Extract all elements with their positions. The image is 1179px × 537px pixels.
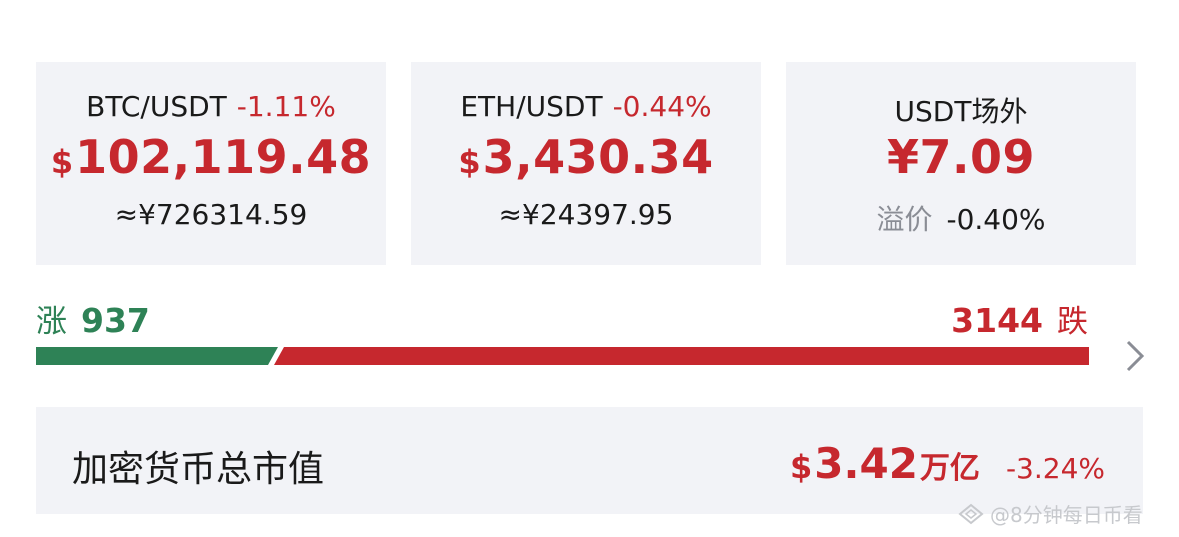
- eth-price-row: $ 3,430.34: [458, 130, 713, 188]
- market-cap-values: $ 3.42 万亿 -3.24%: [790, 439, 1105, 488]
- usdt-premium-row: 溢价 -0.40%: [876, 198, 1045, 236]
- market-cap-unit: 万亿: [919, 451, 980, 486]
- advancers-stat: 涨 937: [36, 296, 150, 340]
- eth-cny-value: ≈¥24397.95: [498, 198, 674, 231]
- btc-pair-name: BTC/USDT: [86, 90, 227, 123]
- advancers-label: 涨: [36, 304, 67, 340]
- premium-label: 溢价: [876, 203, 933, 236]
- btc-currency-symbol: $: [50, 143, 74, 181]
- btc-price: 102,119.48: [75, 130, 372, 184]
- breadth-ratio-bar[interactable]: [36, 347, 1089, 365]
- btc-change: -1.11%: [236, 90, 336, 123]
- advancers-count: 937: [81, 301, 150, 340]
- premium-value: -0.40%: [946, 203, 1046, 236]
- decliners-count: 3144: [951, 301, 1043, 340]
- decliners-bar-segment: [274, 347, 1089, 365]
- btc-price-row: $ 102,119.48: [51, 130, 371, 188]
- decliners-stat: 3144 跌: [951, 296, 1088, 340]
- advancers-bar-segment: [36, 347, 278, 365]
- diamond-logo-icon: [958, 503, 984, 524]
- btc-pair-row: BTC/USDT -1.11%: [86, 90, 336, 124]
- market-cap-label: 加密货币总市值: [72, 449, 325, 490]
- decliners-label: 跌: [1057, 304, 1088, 340]
- eth-currency-symbol: $: [458, 143, 481, 181]
- eth-change: -0.44%: [612, 90, 712, 123]
- usdt-otc-title: USDT场外: [894, 95, 1028, 128]
- btc-cny-value: ≈¥726314.59: [114, 198, 308, 231]
- usdt-otc-title-row: USDT场外: [895, 90, 1028, 128]
- usdt-otc-price: ¥7.09: [886, 130, 1035, 184]
- eth-cny-row: ≈¥24397.95: [499, 198, 674, 232]
- watermark-text: @8分钟每日币看: [990, 503, 1143, 527]
- eth-pair-name: ETH/USDT: [460, 90, 603, 123]
- total-market-cap-card[interactable]: 加密货币总市值 $ 3.42 万亿 -3.24%: [36, 407, 1143, 514]
- usdt-otc-card[interactable]: USDT场外 ¥7.09 溢价 -0.40%: [786, 62, 1136, 265]
- watermark: @8分钟每日币看: [958, 499, 1143, 528]
- market-cap-value: 3.42: [814, 439, 918, 488]
- market-cap-change: -3.24%: [1005, 452, 1105, 485]
- chevron-right-icon[interactable]: [1122, 338, 1150, 374]
- usdt-otc-price-row: ¥7.09: [887, 130, 1035, 188]
- eth-ticker-card[interactable]: ETH/USDT -0.44% $ 3,430.34 ≈¥24397.95: [411, 62, 761, 265]
- eth-pair-row: ETH/USDT -0.44%: [460, 90, 711, 124]
- btc-cny-row: ≈¥726314.59: [115, 198, 308, 232]
- eth-price: 3,430.34: [482, 130, 714, 184]
- market-cap-currency-symbol: $: [790, 448, 813, 486]
- btc-ticker-card[interactable]: BTC/USDT -1.11% $ 102,119.48 ≈¥726314.59: [36, 62, 386, 265]
